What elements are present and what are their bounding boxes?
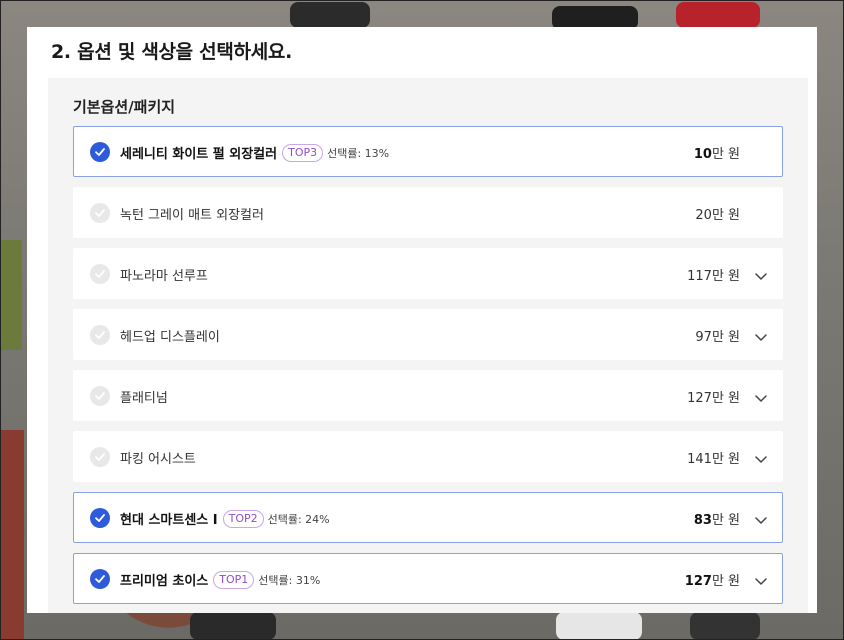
price-unit: 만 원 [711, 147, 740, 162]
price-unit: 만 원 [711, 513, 740, 528]
chevron-down-icon[interactable] [754, 451, 768, 463]
option-price: 20만 원 [695, 204, 740, 223]
panel-title: 기본옵션/패키지 [73, 98, 176, 116]
rank-badge: TOP3 [282, 143, 324, 162]
option-label: 헤드업 디스플레이 [120, 326, 220, 345]
option-row[interactable]: 녹턴 그레이 매트 외장컬러 20만 원 [73, 187, 783, 238]
price-value: 127 [687, 391, 712, 406]
chevron-down-icon[interactable] [754, 390, 768, 402]
chevron-down-icon[interactable] [754, 329, 768, 341]
option-name: 현대 스마트센스 I [120, 513, 218, 528]
option-price: 127만 원 [685, 570, 740, 589]
price-unit: 만 원 [711, 330, 740, 345]
option-label: 프리미엄 초이스 TOP1 선택률: 31% [120, 570, 320, 589]
selection-rate: 선택률: 24% [267, 512, 330, 526]
basic-options-panel: 기본옵션/패키지 세레니티 화이트 펄 외장컬러 TOP3 선택률: 13% 10만 … [48, 78, 808, 613]
price-value: 141 [687, 452, 712, 467]
chevron-down-icon[interactable] [754, 573, 768, 585]
rank-badge: TOP2 [222, 509, 264, 528]
option-row[interactable]: 파킹 어시스트 141만 원 [73, 431, 783, 482]
option-price: 127만 원 [687, 387, 740, 406]
chevron-down-icon[interactable] [754, 268, 768, 280]
price-unit: 만 원 [711, 452, 740, 467]
chevron-down-icon[interactable] [754, 512, 768, 524]
check-circle-icon[interactable] [90, 142, 110, 162]
option-label: 파노라마 선루프 [120, 265, 208, 284]
option-price: 83만 원 [694, 509, 740, 528]
price-value: 20 [695, 208, 712, 223]
option-name: 헤드업 디스플레이 [120, 330, 220, 345]
option-name: 파노라마 선루프 [120, 269, 208, 284]
check-circle-icon[interactable] [90, 264, 110, 284]
check-circle-icon[interactable] [90, 508, 110, 528]
price-unit: 만 원 [711, 574, 740, 589]
option-label: 현대 스마트센스 I TOP2 선택률: 24% [120, 509, 330, 528]
option-name: 세레니티 화이트 펄 외장컬러 [120, 147, 278, 162]
option-row[interactable]: 플래티넘 127만 원 [73, 370, 783, 421]
price-unit: 만 원 [711, 269, 740, 284]
price-unit: 만 원 [711, 208, 740, 223]
price-value: 127 [684, 574, 712, 589]
check-circle-icon[interactable] [90, 203, 110, 223]
option-price: 141만 원 [687, 448, 740, 467]
option-label: 플래티넘 [120, 387, 168, 406]
option-row[interactable]: 세레니티 화이트 펄 외장컬러 TOP3 선택률: 13% 10만 원 [73, 126, 783, 177]
option-name: 프리미엄 초이스 [120, 574, 209, 589]
check-circle-icon[interactable] [90, 447, 110, 467]
option-price: 97만 원 [695, 326, 740, 345]
check-circle-icon[interactable] [90, 325, 110, 345]
check-circle-icon[interactable] [90, 569, 110, 589]
option-price: 117만 원 [687, 265, 740, 284]
price-unit: 만 원 [711, 391, 740, 406]
option-row[interactable]: 파노라마 선루프 117만 원 [73, 248, 783, 299]
check-circle-icon[interactable] [90, 386, 110, 406]
selection-rate: 선택률: 31% [258, 573, 321, 587]
option-name: 파킹 어시스트 [120, 452, 196, 467]
selection-rate: 선택률: 13% [327, 146, 390, 160]
price-value: 10 [693, 147, 712, 162]
section-title: 2. 옵션 및 색상을 선택하세요. [51, 41, 292, 63]
price-value: 83 [693, 513, 712, 528]
option-name: 플래티넘 [120, 391, 168, 406]
option-name: 녹턴 그레이 매트 외장컬러 [120, 208, 264, 223]
options-card: 2. 옵션 및 색상을 선택하세요. 기본옵션/패키지 세레니티 화이트 펄 외… [27, 27, 817, 613]
price-value: 97 [695, 330, 712, 345]
option-label: 파킹 어시스트 [120, 448, 196, 467]
option-row[interactable]: 프리미엄 초이스 TOP1 선택률: 31% 127만 원 [73, 553, 783, 604]
rank-badge: TOP1 [213, 570, 255, 589]
option-price: 10만 원 [694, 143, 740, 162]
price-value: 117 [687, 269, 712, 284]
option-row[interactable]: 헤드업 디스플레이 97만 원 [73, 309, 783, 360]
option-label: 녹턴 그레이 매트 외장컬러 [120, 204, 264, 223]
option-label: 세레니티 화이트 펄 외장컬러 TOP3 선택률: 13% [120, 143, 389, 162]
option-row[interactable]: 현대 스마트센스 I TOP2 선택률: 24% 83만 원 [73, 492, 783, 543]
